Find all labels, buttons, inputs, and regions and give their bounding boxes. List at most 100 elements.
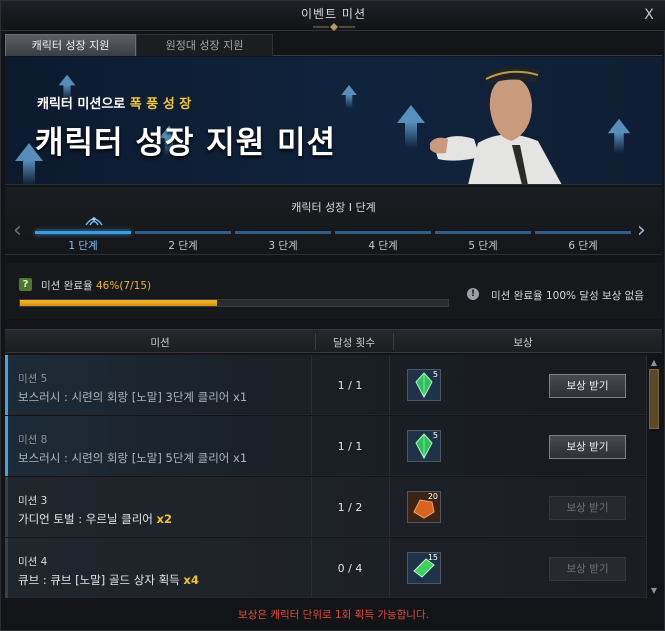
stage-bar-3 — [235, 231, 331, 234]
mission-name: 미션 8 — [18, 434, 48, 446]
column-divider — [311, 538, 312, 598]
green-crystal-icon[interactable]: 5 — [407, 430, 441, 462]
mission-multiplier: x2 — [156, 512, 172, 526]
stage-3-tab[interactable]: 3 단계 — [235, 238, 331, 253]
column-divider — [311, 355, 312, 415]
tab-bar: 캐릭터 성장 지원 원정대 성장 지원 — [5, 34, 662, 56]
banner-subtitle-highlight: 폭 풍 성 장 — [129, 97, 192, 112]
close-button[interactable]: X — [640, 6, 658, 24]
scroll-thumb[interactable] — [649, 369, 659, 429]
event-banner: 캐릭터 미션으로 폭 풍 성 장 캐릭터 성장 지원 미션 — [5, 57, 662, 185]
column-divider — [389, 355, 390, 415]
arrow-up-icon — [607, 118, 631, 154]
mission-description-text: 가디언 토벌 : 우르닐 클리어 — [18, 512, 157, 526]
completion-progress-fill — [20, 300, 217, 306]
mission-name: 미션 4 — [18, 556, 48, 568]
reward-quantity: 15 — [427, 553, 438, 562]
banner-title: 캐릭터 성장 지원 미션 — [35, 125, 337, 161]
next-stage-button[interactable]: › — [637, 220, 646, 242]
mission-description-text: 보스러시 : 시련의 회랑 [노말] 3단계 클리어 — [18, 390, 234, 404]
green-gem-icon[interactable]: 15 — [407, 552, 441, 584]
mission-name: 미션 3 — [18, 495, 48, 507]
column-divider — [389, 416, 390, 476]
title-bar[interactable]: 이벤트 미션 X — [1, 1, 665, 31]
tab-expedition-growth[interactable]: 원정대 성장 지원 — [136, 34, 273, 56]
mission-table-header: 미션 달성 횟수 보상 — [5, 329, 662, 353]
achievement-count: 1 / 1 — [337, 379, 363, 392]
scroll-up-icon[interactable]: ▲ — [649, 358, 659, 368]
claim-reward-button[interactable]: 보상 받기 — [549, 557, 626, 581]
header-mission: 미션 — [150, 337, 170, 349]
stage-4-tab[interactable]: 4 단계 — [335, 238, 431, 253]
stage-5-tab[interactable]: 5 단계 — [435, 238, 531, 253]
arrow-up-icon — [58, 74, 76, 101]
achievement-count: 1 / 1 — [337, 440, 363, 453]
claim-reward-button[interactable]: 보상 받기 — [549, 496, 626, 520]
stage-1-tab[interactable]: 1 단계 — [35, 238, 131, 253]
mission-row: 미션 5 보스러시 : 시련의 회랑 [노말] 3단계 클리어 x1 1 / 1 5 보… — [5, 355, 646, 415]
mission-name: 미션 5 — [18, 373, 48, 385]
title-ornament-icon — [313, 23, 355, 31]
scroll-down-icon[interactable]: ▼ — [649, 586, 659, 596]
row-accent-bar — [5, 538, 8, 598]
completion-value: 46%(7/15) — [95, 280, 152, 292]
prev-stage-button[interactable]: ‹ — [13, 220, 22, 242]
stage-bar-5 — [435, 231, 531, 234]
row-accent-bar — [5, 355, 8, 415]
claim-reward-button[interactable]: 보상 받기 — [549, 435, 626, 459]
column-divider — [311, 477, 312, 537]
completion-label: 미션 완료율 46%(7/15) — [41, 278, 151, 293]
arrow-up-icon — [397, 105, 425, 148]
mission-list-scrollbar[interactable]: ▲ ▼ — [646, 355, 660, 599]
mission-row: 미션 8 보스러시 : 시련의 회랑 [노말] 5단계 클리어 x1 1 / 1 5 보… — [5, 416, 646, 476]
banner-subtitle: 캐릭터 미션으로 폭 풍 성 장 — [37, 93, 191, 112]
green-crystal-icon[interactable]: 5 — [407, 369, 441, 401]
officer-character-illustration — [430, 66, 562, 184]
header-count: 달성 횟수 — [333, 337, 375, 349]
row-accent-bar — [5, 477, 8, 537]
completion-progress-bar — [19, 299, 449, 307]
reward-quantity: 20 — [427, 492, 438, 501]
reward-quantity: 5 — [432, 431, 438, 440]
mission-description: 가디언 토벌 : 우르닐 클리어 x2 — [18, 511, 172, 527]
arrow-up-icon — [341, 85, 357, 109]
claim-reward-button[interactable]: 보상 받기 — [549, 374, 626, 398]
completion-panel: ? 미션 완료율 46%(7/15) ! 미션 완료율 100% 달성 보상 없… — [5, 263, 662, 319]
row-accent-bar — [5, 416, 8, 476]
mission-list: 미션 5 보스러시 : 시련의 회랑 [노말] 3단계 클리어 x1 1 / 1 5 보… — [5, 355, 646, 599]
mission-multiplier: x1 — [233, 451, 248, 465]
achievement-count: 1 / 2 — [337, 501, 363, 514]
orange-stone-icon[interactable]: 20 — [407, 491, 441, 523]
completion-reward-info: 미션 완료율 100% 달성 보상 없음 — [491, 290, 644, 302]
reward-quantity: 5 — [432, 370, 438, 379]
stage-2-tab[interactable]: 2 단계 — [135, 238, 231, 253]
footer-notice: 보상은 캐릭터 단위로 1회 획득 가능합니다. — [238, 609, 429, 621]
mission-multiplier: x4 — [183, 573, 199, 587]
tab-character-growth[interactable]: 캐릭터 성장 지원 — [5, 34, 136, 56]
mission-description: 보스러시 : 시련의 회랑 [노말] 5단계 클리어 x1 — [18, 450, 247, 466]
achievement-count: 0 / 4 — [337, 562, 363, 575]
question-icon[interactable]: ? — [19, 278, 32, 291]
mission-row: 미션 4 큐브 : 큐브 [노말] 골드 상자 획득 x4 0 / 4 15 보상 받기 — [5, 538, 646, 598]
stage-selector: 캐릭터 성장 Ⅰ 단계 ‹ › 1 단계 2 단계 3 단계 4 단계 5 단계… — [5, 187, 662, 255]
stage-bar-4 — [335, 231, 431, 234]
stage-bar-1 — [35, 231, 131, 234]
mission-row: 미션 3 가디언 토벌 : 우르닐 클리어 x2 1 / 2 20 보상 받기 — [5, 477, 646, 537]
mission-multiplier: x1 — [233, 390, 248, 404]
stage-bar-6 — [535, 231, 631, 234]
info-icon: ! — [467, 288, 479, 300]
current-stage-marker-icon — [85, 217, 103, 226]
stage-bar-2 — [135, 231, 231, 234]
mission-description-text: 큐브 : 큐브 [노말] 골드 상자 획득 — [18, 573, 184, 587]
mission-description: 보스러시 : 시련의 회랑 [노말] 3단계 클리어 x1 — [18, 389, 247, 405]
column-divider — [311, 416, 312, 476]
event-mission-window: 이벤트 미션 X 캐릭터 성장 지원 원정대 성장 지원 캐릭터 미션으로 폭 … — [0, 0, 665, 631]
completion-label-text: 미션 완료율 — [41, 280, 93, 292]
header-reward: 보상 — [513, 337, 533, 349]
column-divider — [389, 538, 390, 598]
banner-subtitle-text: 캐릭터 미션으로 — [37, 97, 130, 112]
column-divider — [389, 477, 390, 537]
mission-description: 큐브 : 큐브 [노말] 골드 상자 획득 x4 — [18, 572, 199, 588]
mission-description-text: 보스러시 : 시련의 회랑 [노말] 5단계 클리어 — [18, 451, 234, 465]
stage-6-tab[interactable]: 6 단계 — [535, 238, 631, 253]
